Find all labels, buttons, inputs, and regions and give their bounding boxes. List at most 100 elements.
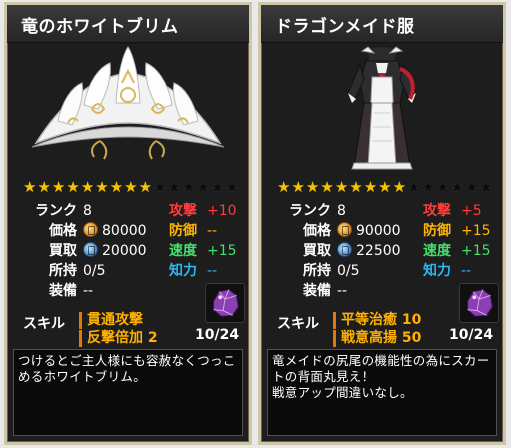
item-title: 竜のホワイトブリム [7,5,249,43]
star-icon: ★ [305,178,320,196]
buy-coin-icon [83,242,98,257]
purple-crystal-icon [467,289,493,317]
star-icon: ★ [363,178,378,196]
star-icon: ★ [109,178,124,196]
buy-row: 20000 [83,242,147,260]
skill-2: 戦意高揚 50 [341,330,422,346]
equip-value: -- [337,283,348,299]
star-icon: ★ [378,178,392,196]
price-coin-icon [83,222,98,237]
price-label: 価格 [49,223,77,239]
item-title: ドラゴンメイド服 [261,5,503,43]
star-icon: ★ [210,178,225,196]
skill-label: スキル [23,316,65,332]
star-icon: ★ [95,178,109,196]
gem-slot[interactable] [459,283,499,323]
gem-count: 10/24 [449,327,494,343]
price-coin-icon [337,222,352,237]
rarity-stars: ★ ★ ★ ★ ★ ★ ★ ★ ★ ★ ★ ★ ★ ★ ★ [23,178,239,196]
star-icon: ★ [66,178,80,196]
white-brim-image [31,46,225,160]
skill-2: 反撃倍加 2 [87,330,158,346]
star-icon: ★ [277,178,291,196]
star-icon: ★ [435,178,450,196]
star-icon: ★ [479,178,493,196]
defense-label: 防御 [169,223,197,239]
star-icon: ★ [80,178,95,196]
attack-label: 攻撃 [169,203,197,219]
gem-slot[interactable] [205,283,245,323]
owned-label: 所持 [303,263,331,279]
star-icon: ★ [349,178,363,196]
speed-label: 速度 [423,243,451,259]
star-icon: ★ [167,178,181,196]
buy-value: 20000 [102,243,147,259]
buy-label: 買取 [303,243,331,259]
rarity-stars: ★ ★ ★ ★ ★ ★ ★ ★ ★ ★ ★ ★ ★ ★ ★ [277,178,493,196]
star-icon: ★ [196,178,210,196]
star-icon: ★ [37,178,51,196]
buy-value: 22500 [356,243,401,259]
price-label: 価格 [303,223,331,239]
star-icon: ★ [153,178,167,196]
price-row: 90000 [337,222,401,240]
star-icon: ★ [392,178,407,196]
skill-divider [79,312,82,329]
dragon-maid-outfit-image [347,46,417,170]
intelligence-value: -- [207,263,218,279]
skill-divider [333,312,336,329]
star-icon: ★ [450,178,464,196]
star-icon: ★ [421,178,435,196]
star-icon: ★ [23,178,37,196]
star-icon: ★ [320,178,334,196]
equip-value: -- [83,283,94,299]
item-description: つけるとご主人様にも容赦なくつっこ めるホワイトブリム。 [13,349,243,436]
intelligence-label: 知力 [423,263,451,279]
speed-value: +15 [461,243,491,259]
purple-crystal-icon [213,289,239,317]
buy-label: 買取 [49,243,77,259]
defense-value: -- [207,223,218,239]
star-icon: ★ [334,178,349,196]
rank-label: ランク [35,203,77,219]
star-icon: ★ [225,178,239,196]
speed-label: 速度 [169,243,197,259]
star-icon: ★ [51,178,66,196]
intelligence-label: 知力 [169,263,197,279]
star-icon: ★ [124,178,138,196]
star-icon: ★ [464,178,479,196]
owned-value: 0/5 [83,263,106,279]
buy-row: 22500 [337,242,401,260]
speed-value: +15 [207,243,237,259]
equip-label: 装備 [303,283,331,299]
star-icon: ★ [181,178,196,196]
equip-label: 装備 [49,283,77,299]
skill-label: スキル [277,316,319,332]
attack-label: 攻撃 [423,203,451,219]
skill-divider [333,330,336,347]
item-card-white-brim[interactable]: 竜のホワイトブリム ★ ★ ★ ★ ★ ★ ★ ★ ★ ★ ★ ★ ★ ★ ★ ランク 8 価格 80000… [4,2,252,445]
defense-value: +15 [461,223,491,239]
owned-label: 所持 [49,263,77,279]
skill-1: 平等治癒 10 [341,312,422,328]
attack-value: +10 [207,203,237,219]
item-card-dragon-maid-outfit[interactable]: ドラゴンメイド服 ★ ★ ★ ★ ★ ★ ★ ★ ★ ★ ★ ★ ★ ★ ★ ランク 8 価格 90000 … [258,2,506,445]
rank-label: ランク [289,203,331,219]
star-icon: ★ [291,178,305,196]
buy-coin-icon [337,242,352,257]
intelligence-value: -- [461,263,472,279]
owned-value: 0/5 [337,263,360,279]
skill-1: 貫通攻撃 [87,312,143,328]
price-value: 80000 [102,223,147,239]
star-icon: ★ [138,178,153,196]
star-icon: ★ [407,178,421,196]
skill-divider [79,330,82,347]
rank-value: 8 [83,203,92,219]
defense-label: 防御 [423,223,451,239]
gem-count: 10/24 [195,327,240,343]
price-row: 80000 [83,222,147,240]
rank-value: 8 [337,203,346,219]
item-description: 竜メイドの尻尾の機能性の為にスカー トの背面丸見え！ 戦意アップ間違いなし。 [267,349,497,436]
attack-value: +5 [461,203,482,219]
price-value: 90000 [356,223,401,239]
